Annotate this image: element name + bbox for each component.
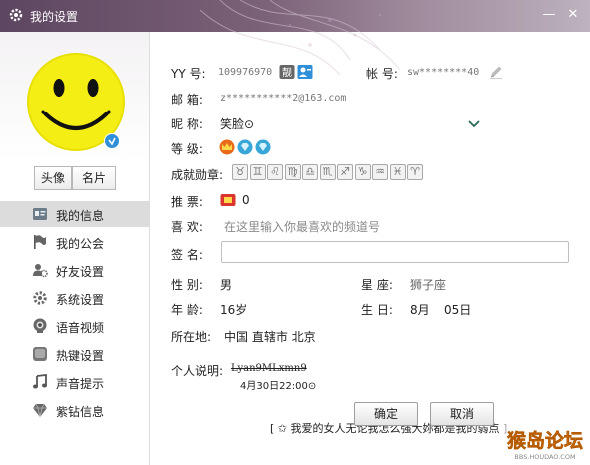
watermark-title: 猴岛论坛 xyxy=(507,429,583,452)
diamond-icon xyxy=(33,403,47,418)
zodiac-medal-icon: ♓ xyxy=(389,164,406,180)
birthday-label: 生 日: xyxy=(361,303,393,317)
gender-label: 性 别: xyxy=(171,278,203,292)
zodiac-medal-icon: ♑ xyxy=(354,164,371,180)
camera-icon xyxy=(33,318,47,333)
yy-number: 109976970 xyxy=(218,67,273,78)
favorite-channel-input[interactable]: 在这里输入你最喜欢的频道号 xyxy=(224,218,380,235)
verified-badge-icon xyxy=(104,133,120,149)
crown-icon xyxy=(219,139,235,155)
zodiac-medal-icon: ♒ xyxy=(372,164,388,180)
nav-label: 声音提示 xyxy=(56,377,105,391)
watermark-url: BBS.HOUDAO.COM xyxy=(514,453,575,461)
age-value: 16岁 xyxy=(220,303,248,317)
nav-label: 系统设置 xyxy=(56,293,105,307)
nav-label: 语音视频 xyxy=(56,321,105,335)
friends-gear-icon xyxy=(33,264,48,278)
zodiac-medal-icon: ♉ xyxy=(232,164,248,180)
music-note-icon xyxy=(33,374,47,389)
nickname-label: 昵 称: xyxy=(171,117,203,131)
gear-icon xyxy=(9,8,23,22)
zodiac-medal-icon: ♈ xyxy=(407,164,423,180)
zodiac-label: 星 座: xyxy=(361,278,393,292)
user-card-icon[interactable] xyxy=(297,64,313,80)
vote-ticket-icon[interactable] xyxy=(220,192,236,208)
likes-label: 喜 欢: xyxy=(171,220,203,234)
minimize-button[interactable]: — xyxy=(540,6,558,24)
zodiac-medal-icon: ♎ xyxy=(302,164,318,180)
zodiac-value: 狮子座 xyxy=(410,278,447,292)
zodiac-medal-icon: ♊ xyxy=(249,164,266,180)
chevron-down-icon[interactable] xyxy=(466,115,482,131)
vote-count: 0 xyxy=(242,193,250,207)
medals-label: 成就勋章: xyxy=(171,168,224,182)
forum-watermark-logo: 猴岛论坛 BBS.HOUDAO.COM xyxy=(500,424,590,465)
account-value: sw********40 xyxy=(407,67,480,78)
gender-value: 男 xyxy=(220,278,233,292)
gear-icon xyxy=(33,291,47,305)
vote-label: 推 票: xyxy=(171,195,203,209)
bio-line-2: 4月30日22:00⊙ xyxy=(240,381,317,392)
ok-button[interactable]: 确定 xyxy=(354,402,418,426)
window-title: 我的设置 xyxy=(30,10,79,24)
pretty-number-icon: 靓 xyxy=(279,65,295,79)
bio-label: 个人说明: xyxy=(171,364,224,378)
location-label: 所在地: xyxy=(171,330,212,344)
account-label: 帐 号: xyxy=(366,67,398,81)
signature-label: 签 名: xyxy=(171,248,203,262)
nav-item-friend-settings[interactable]: 好友设置 xyxy=(0,257,150,283)
nav-label: 热键设置 xyxy=(56,349,105,363)
signature-input[interactable] xyxy=(221,241,569,263)
nickname-value: 笑脸⊙ xyxy=(220,117,255,131)
keyboard-key-icon xyxy=(33,347,47,361)
nav-item-my-info[interactable]: 我的信息 xyxy=(0,201,150,227)
zodiac-medal-icon: ♍ xyxy=(284,164,301,180)
nav-label: 紫钻信息 xyxy=(56,405,105,419)
zodiac-medal-icon: ♐ xyxy=(337,164,353,180)
nav-label: 好友设置 xyxy=(56,265,105,279)
yy-label: YY 号: xyxy=(171,67,206,81)
flag-icon xyxy=(34,235,46,249)
diamond-level-icon xyxy=(237,139,253,155)
zodiac-medal-icon: ♏ xyxy=(319,164,336,180)
birthday-day: 05日 xyxy=(444,303,472,317)
nav-item-my-guild[interactable]: 我的公会 xyxy=(0,229,150,255)
nav-item-purple-diamond[interactable]: 紫钻信息 xyxy=(0,397,150,423)
cancel-button[interactable]: 取消 xyxy=(430,402,494,426)
close-button[interactable]: ✕ xyxy=(564,6,582,24)
email-label: 邮 箱: xyxy=(171,93,203,107)
age-label: 年 龄: xyxy=(171,303,203,317)
profile-panel: YY 号: 109976970 靓 帐 号: sw********40 邮 箱:… xyxy=(150,32,590,465)
tab-avatar[interactable]: 头像 xyxy=(34,166,72,190)
level-label: 等 级: xyxy=(171,142,203,156)
bio-line-1: Lyan9MLxmn9 xyxy=(231,363,307,374)
edit-pencil-icon[interactable] xyxy=(488,64,504,80)
nav-label: 我的信息 xyxy=(56,209,105,223)
nav-item-system-settings[interactable]: 系统设置 xyxy=(0,285,150,311)
zodiac-medal-icon: ♌ xyxy=(267,164,283,180)
nav-item-sound-alerts[interactable]: 声音提示 xyxy=(0,369,150,395)
nav-label: 我的公会 xyxy=(56,237,105,251)
title-bar: 我的设置 — ✕ xyxy=(0,0,590,32)
nav-item-hotkey-settings[interactable]: 热键设置 xyxy=(0,341,150,367)
id-card-icon xyxy=(33,208,47,220)
email-value: z***********2@163.com xyxy=(220,93,347,104)
birthday-month: 8月 xyxy=(410,303,430,317)
diamond-level-icon xyxy=(255,139,271,155)
svg-text:靓: 靓 xyxy=(282,66,292,79)
location-value: 中国 直辖市 北京 xyxy=(224,330,316,344)
tab-card[interactable]: 名片 xyxy=(72,166,116,190)
nav-item-voice-video[interactable]: 语音视频 xyxy=(0,313,150,339)
